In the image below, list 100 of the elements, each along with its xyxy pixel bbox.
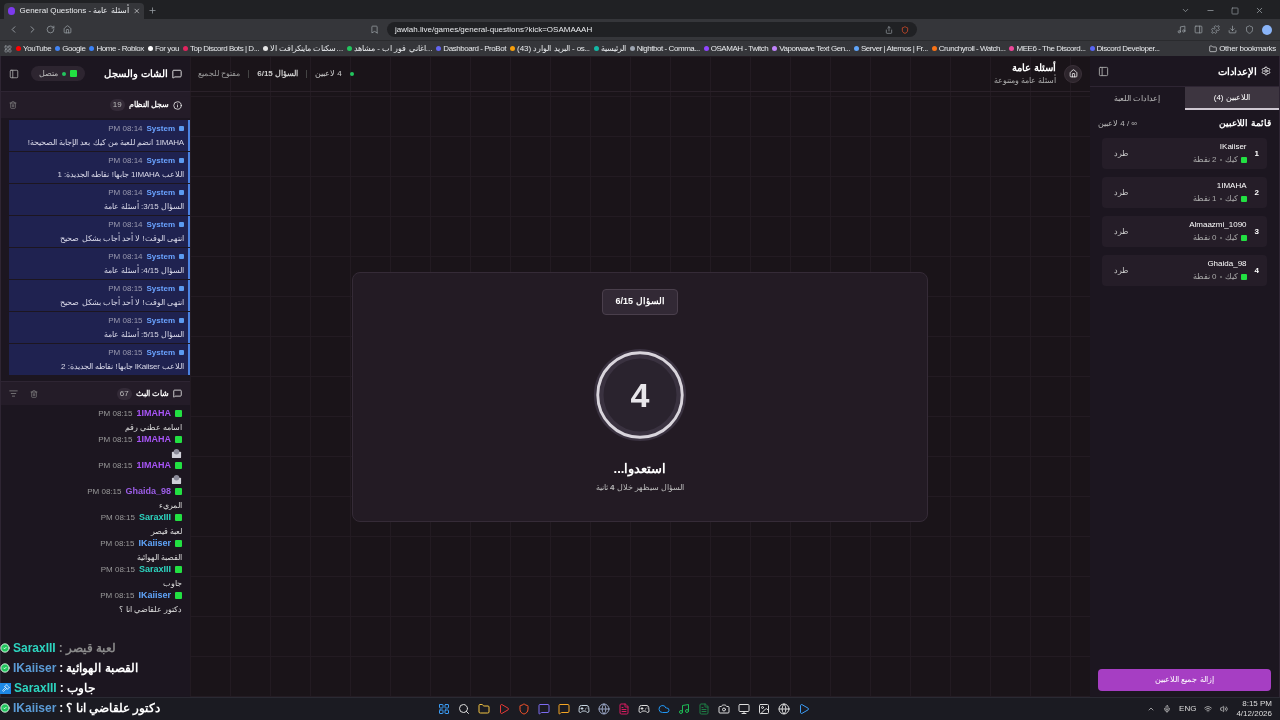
wifi-icon[interactable] — [1204, 705, 1213, 713]
close-icon[interactable] — [132, 7, 140, 15]
timestamp: PM 08:15 — [108, 314, 143, 327]
timestamp: PM 08:15 — [108, 282, 143, 295]
message-text: انتهى الوقت! لا أحد أجاب بشكل صحيح — [59, 232, 184, 245]
count-badge: 67 — [116, 387, 132, 400]
bookmark[interactable]: Top Discord Bots | D... — [182, 42, 259, 55]
bookmark[interactable]: Vaporwave Text Gen... — [772, 42, 850, 55]
close-window-icon[interactable] — [1255, 6, 1264, 15]
tab[interactable]: اللاعبين (4) — [1184, 87, 1279, 110]
kick-button[interactable]: طرد — [1110, 264, 1132, 277]
apps-icon[interactable] — [4, 44, 12, 53]
home-icon[interactable] — [63, 25, 72, 34]
section-title: شات البث — [135, 387, 169, 400]
separator: : — [58, 640, 63, 657]
message-text: لعبة قيصر — [149, 525, 182, 538]
bookmark[interactable]: Discord Developer... — [1089, 42, 1160, 55]
timestamp: PM 08:15 — [108, 346, 143, 359]
clock-time[interactable]: 8:15 PM — [1242, 699, 1272, 709]
browser-tab[interactable]: General Questions - أسئلة عامة — [4, 3, 144, 19]
username: Ghaida_98 — [125, 485, 171, 498]
home-button[interactable] — [1064, 64, 1082, 83]
settings-icon — [1261, 66, 1271, 76]
monitor-icon[interactable] — [738, 703, 750, 715]
collapse-icon[interactable] — [1098, 65, 1109, 77]
other-bookmarks[interactable]: Other bookmarks — [1209, 42, 1276, 55]
shield-icon[interactable] — [901, 25, 909, 34]
sidebar-icon[interactable] — [1194, 25, 1203, 34]
music-icon[interactable] — [1177, 25, 1186, 34]
download-icon[interactable] — [1228, 25, 1237, 34]
address-bar[interactable]: jawlah.live/games/general-questions?kick=OSAMAAAH — [387, 22, 917, 37]
bookmark[interactable]: YouTube — [16, 42, 52, 55]
bookmark[interactable]: اغاني فور اب - مشاهد... — [347, 42, 433, 55]
sender-name: System — [146, 250, 175, 263]
overlay-message: جاوب — [66, 680, 95, 697]
message-text: 1IMAHA انضم للعبة من كيك بعد الإجابة الصحيحة! — [26, 136, 184, 149]
timestamp: PM 08:15 — [100, 589, 135, 602]
play-icon[interactable] — [798, 703, 810, 715]
access-label: مفتوح للجميع — [198, 67, 241, 80]
bookmark[interactable]: Nightbot - Comma... — [629, 42, 700, 55]
maximize-icon[interactable] — [1231, 6, 1239, 15]
bookmark[interactable]: سكنات ماينكرافت الا... — [263, 42, 344, 55]
home-icon — [1068, 69, 1078, 78]
tray-expand-icon[interactable] — [1147, 705, 1156, 713]
camera-icon[interactable] — [718, 703, 730, 715]
bookmark[interactable]: Server | Aternos | Fr... — [854, 42, 928, 55]
bookmark[interactable]: Home - Roblox — [89, 42, 144, 55]
points-label: 0 نقطة — [1192, 232, 1217, 244]
bookmark[interactable]: الرئيسية — [593, 42, 626, 55]
globe-icon[interactable] — [598, 703, 610, 715]
timestamp: PM 08:15 — [98, 407, 133, 420]
bookmark[interactable]: MEE6 - The Discord... — [1009, 42, 1086, 55]
username: SaraxIII — [138, 511, 171, 524]
gamepad-icon[interactable] — [638, 703, 650, 715]
chat-app-icon[interactable] — [558, 703, 570, 715]
bookmark[interactable]: Google — [55, 42, 86, 55]
bookmark[interactable]: البريد الوارد (43) - os... — [509, 42, 590, 55]
chat-icon — [172, 68, 182, 79]
message-text: السؤال 5/15: أسئلة عامة — [102, 328, 184, 341]
username: 1IMAHA — [136, 459, 171, 472]
bookmark[interactable]: For you — [147, 42, 179, 55]
delete-icon[interactable] — [9, 101, 17, 109]
search-icon[interactable] — [458, 703, 470, 715]
folder-icon[interactable] — [478, 703, 490, 715]
music-icon[interactable] — [678, 703, 690, 715]
clock-date[interactable]: 4/12/2026 — [1236, 709, 1272, 719]
microphone-icon[interactable] — [1163, 705, 1172, 713]
bookmark-icon[interactable] — [370, 25, 379, 34]
profile-icon[interactable] — [1262, 24, 1272, 35]
remove-all-button[interactable]: إزالة جميع اللاعبين — [1098, 669, 1271, 691]
image-icon[interactable] — [758, 703, 770, 715]
reload-icon[interactable] — [46, 25, 55, 34]
overlay-message: القصبة الهوائية — [66, 660, 138, 677]
document-icon[interactable] — [618, 703, 630, 715]
collapse-icon[interactable] — [9, 68, 19, 79]
player-rank: 1 — [1254, 147, 1259, 160]
extensions-icon[interactable] — [1211, 25, 1220, 34]
chat-app-icon[interactable] — [538, 703, 550, 715]
start-icon[interactable] — [438, 703, 450, 715]
moderator-icon — [0, 682, 11, 694]
volume-icon[interactable] — [1220, 705, 1229, 713]
share-icon[interactable] — [885, 25, 893, 34]
bookmark[interactable]: Crunchyroll - Watch... — [931, 42, 1006, 55]
tab-list-icon[interactable] — [1181, 6, 1190, 15]
kick-button[interactable]: طرد — [1110, 147, 1132, 160]
sender-name: System — [146, 154, 175, 167]
platform-label: كيك — [1224, 232, 1238, 244]
timestamp: PM 08:15 — [100, 563, 135, 576]
new-tab-icon[interactable] — [148, 6, 157, 15]
language-indicator[interactable]: ENG — [1179, 703, 1197, 715]
panel-title: الشات والسجل — [104, 67, 168, 81]
filter-icon[interactable] — [9, 389, 18, 398]
kick-button[interactable]: طرد — [1110, 225, 1132, 238]
delete-icon[interactable] — [30, 389, 38, 398]
cloud-icon[interactable] — [658, 703, 670, 715]
bookmark[interactable]: Dashboard - ProBot — [436, 42, 506, 55]
bookmark[interactable]: OSAMAH - Twitch — [703, 42, 769, 55]
tab[interactable]: إعدادات اللعبة — [1090, 87, 1185, 110]
kick-button[interactable]: طرد — [1110, 186, 1132, 199]
points-label: 0 نقطة — [1192, 271, 1217, 283]
